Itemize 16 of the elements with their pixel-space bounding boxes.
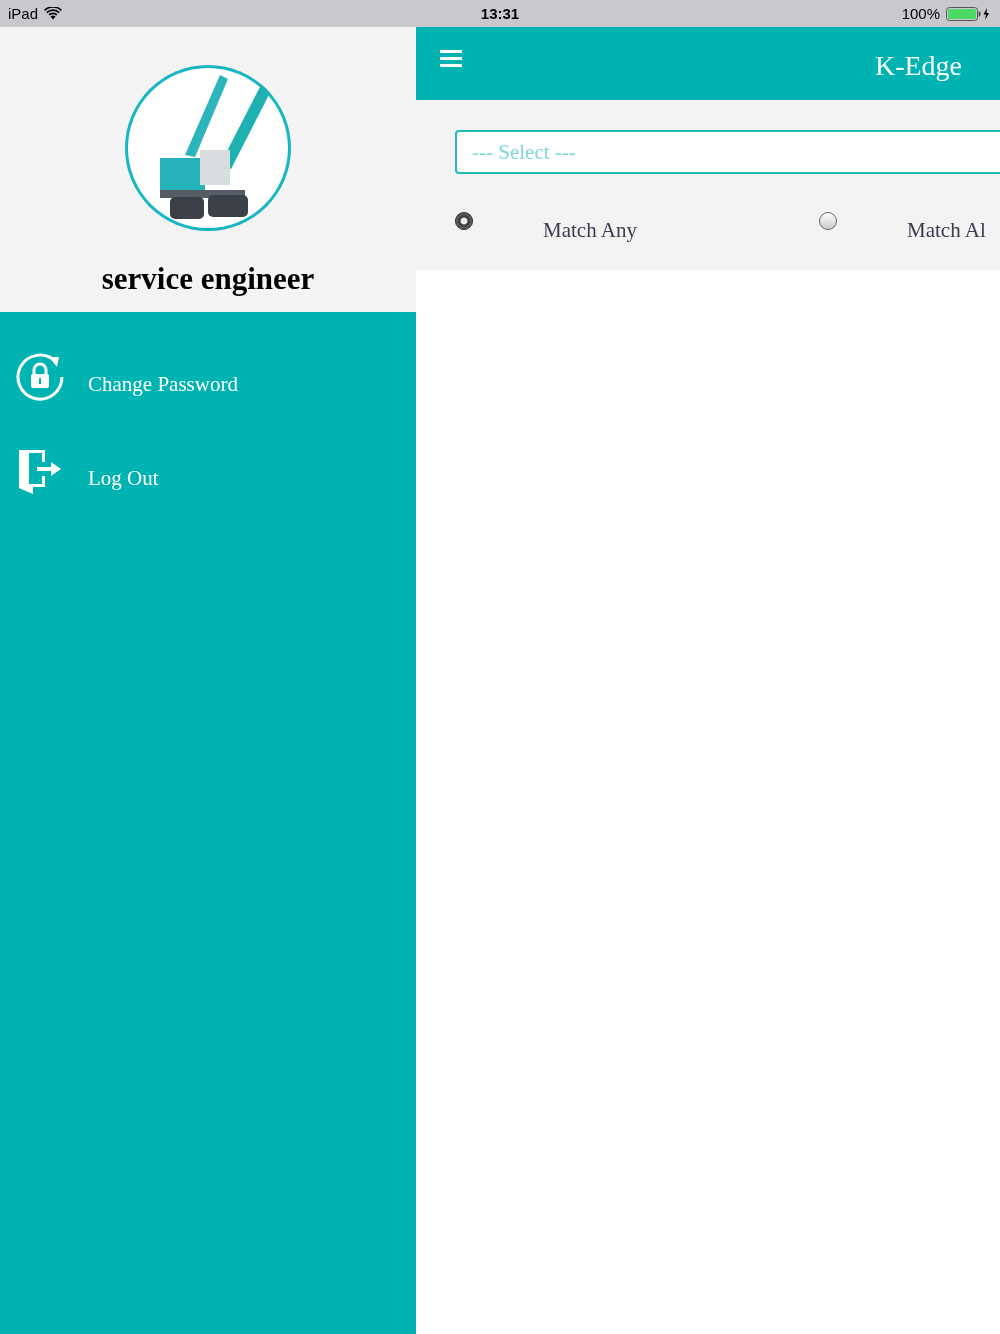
select-field[interactable]: --- Select --- (455, 130, 1000, 174)
radio-button[interactable] (455, 211, 473, 230)
battery-percent: 100% (901, 5, 940, 22)
menu-item[interactable]: Log Out (0, 446, 416, 496)
menu-item[interactable]: Change Password (0, 352, 416, 402)
clock-time: 13:31 (480, 5, 520, 22)
lock-refresh-icon (15, 352, 65, 402)
user-name: service engineer (101, 261, 315, 297)
menu-icon[interactable] (440, 50, 462, 67)
carrier-label: iPad (8, 5, 39, 22)
radio-button[interactable] (819, 211, 837, 230)
wifi-icon (44, 7, 63, 20)
battery-icon (946, 6, 992, 21)
radio-label: Match Any (543, 217, 637, 243)
radio-label: Match Al (907, 217, 986, 243)
app-title: K-Edge (874, 50, 962, 82)
